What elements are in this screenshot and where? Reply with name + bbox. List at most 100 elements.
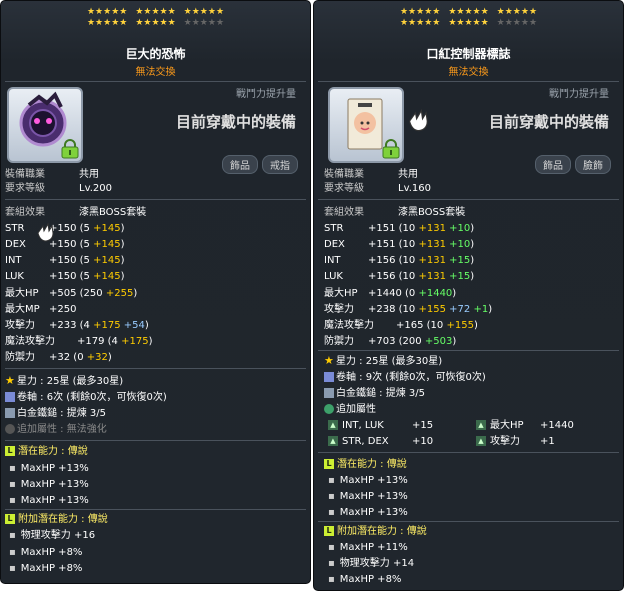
divider xyxy=(5,81,306,82)
stars-group: ★★★★★ xyxy=(399,18,441,28)
item-tags: 飾品 臉飾 xyxy=(531,155,611,174)
stars-group: ★★★★★ xyxy=(135,18,176,28)
potential-line: ▪ MaxHP +13% xyxy=(9,463,89,474)
stat-maxhp: 最大HP +505 (250 +255) xyxy=(5,288,138,299)
divider xyxy=(318,350,619,351)
stat-icon: ▲ xyxy=(328,420,338,430)
equipped-text: 目前穿戴中的裝備 xyxy=(488,113,609,131)
divider xyxy=(318,81,619,82)
stars-group: ★★★★★ xyxy=(183,7,225,17)
stat-dex: DEX +151 (10 +131 +10) xyxy=(324,239,475,250)
scroll-icon xyxy=(324,372,334,382)
star-icon: ★ xyxy=(5,374,15,387)
potential-title: L 潛在能力 : 傳說 xyxy=(324,458,407,471)
lock-icon xyxy=(382,139,400,159)
stat-str: STR +150 (5 +145) xyxy=(5,223,125,234)
bonus-potential-title: L 附加潛在能力 : 傳說 xyxy=(5,513,108,526)
stat-icon: ▲ xyxy=(476,436,486,446)
divider xyxy=(318,452,619,453)
bonus-potential-title: L 附加潛在能力 : 傳說 xyxy=(324,525,427,538)
job-row: 裝備職業 共用 xyxy=(324,169,418,180)
legendary-badge: L xyxy=(324,526,334,536)
hammer-icon xyxy=(5,408,15,418)
stat-attack: 攻擊力 +233 (4 +175 +54) xyxy=(5,320,149,331)
star-force-stars: ★★★★★ ★★★★★ ★★★★★ ★★★★★ ★★★★★ ★★★★★ xyxy=(1,7,310,29)
extra-stat-item: ▲ STR, DEX +10 xyxy=(328,435,433,448)
stat-magic-attack: 魔法攻擊力 +179 (4 +175) xyxy=(5,336,153,347)
stat-defense: 防禦力 +32 (0 +32) xyxy=(5,352,112,363)
legendary-badge: L xyxy=(5,514,15,524)
item-icon xyxy=(7,87,83,163)
stars-group: ★★★★★ xyxy=(183,18,225,28)
stars-group: ★★★★★ xyxy=(448,7,489,17)
stat-int: INT +150 (5 +145) xyxy=(5,255,125,266)
power-increase-label: 戰鬥力提升量 xyxy=(236,89,296,100)
divider xyxy=(5,440,306,441)
set-row: 套組效果 漆黑BOSS套裝 xyxy=(5,207,147,218)
job-row: 裝備職業 共用 xyxy=(5,169,99,180)
extra-stats-icon xyxy=(5,424,15,434)
potential-line: ▪ MaxHP +13% xyxy=(328,475,408,486)
scroll-row: 卷軸 : 9次 (剩餘0次，可恢復0次) xyxy=(324,371,486,384)
stat-attack: 攻擊力 +238 (10 +155 +72 +1) xyxy=(324,304,493,315)
legendary-badge: L xyxy=(5,446,15,456)
stat-icon: ▲ xyxy=(476,420,486,430)
potential-line: ▪ MaxHP +13% xyxy=(9,495,89,506)
level-row: 要求等級 Lv.160 xyxy=(324,183,431,194)
trade-status: 無法交換 xyxy=(135,67,176,78)
item-title: 口紅控制器標誌 xyxy=(426,47,511,61)
stat-luk: LUK +150 (5 +145) xyxy=(5,271,125,282)
extra-stat-item: ▲ 攻擊力 +1 xyxy=(476,435,555,448)
bonus-potential-line: ▪ MaxHP +8% xyxy=(328,574,402,585)
lock-icon xyxy=(61,139,79,159)
stars-group: ★★★★★ xyxy=(448,18,489,28)
item-title: 巨大的恐怖 xyxy=(125,47,186,61)
stat-dex: DEX +150 (5 +145) xyxy=(5,239,125,250)
divider xyxy=(318,521,619,522)
hand-cursor-icon xyxy=(37,222,54,242)
legendary-badge: L xyxy=(324,459,334,469)
stat-maxhp: 最大HP +1440 (0 +1440) xyxy=(324,288,457,299)
extra-stat-item: ▲ 最大HP +1440 xyxy=(476,419,574,432)
bonus-potential-line: ▪ MaxHP +8% xyxy=(9,563,83,574)
hammer-row: 白金鐵鎚 : 提煉 3/5 xyxy=(5,407,106,420)
divider xyxy=(318,199,619,200)
item-tags: 飾品 戒指 xyxy=(218,155,298,174)
stat-str: STR +151 (10 +131 +10) xyxy=(324,223,475,234)
extra-stats-row: 追加屬性 : 無法強化 xyxy=(5,423,107,436)
power-increase-label: 戰鬥力提升量 xyxy=(549,89,609,100)
divider xyxy=(5,368,306,369)
hand-cursor-icon xyxy=(408,108,428,132)
bonus-potential-line: ▪ MaxHP +8% xyxy=(9,547,83,558)
level-row: 要求等級 Lv.200 xyxy=(5,183,112,194)
star-icon: ★ xyxy=(324,354,334,367)
left-item-tooltip: ★★★★★ ★★★★★ ★★★★★ ★★★★★ ★★★★★ ★★★★★ 巨大的恐怖 無法… xyxy=(0,0,311,584)
trade-status: 無法交換 xyxy=(448,67,489,78)
potential-line: ▪ MaxHP +13% xyxy=(328,491,408,502)
item-icon xyxy=(328,87,404,163)
stat-magic-attack: 魔法攻擊力 +165 (10 +155) xyxy=(324,320,478,331)
star-force-row: ★ 星力 : 25星 (最多30星) xyxy=(324,354,443,367)
category-tag: 飾品 xyxy=(535,155,571,174)
category-tag: 飾品 xyxy=(222,155,258,174)
star-force-row: ★ 星力 : 25星 (最多30星) xyxy=(5,374,124,387)
star-force-stars: ★★★★★ ★★★★★ ★★★★★ ★★★★★ ★★★★★ ★★★★★ xyxy=(314,7,623,29)
stat-defense: 防禦力 +703 (200 +503) xyxy=(324,336,457,347)
set-row: 套組效果 漆黑BOSS套裝 xyxy=(324,207,466,218)
stars-group: ★★★★★ xyxy=(496,7,538,17)
extra-stats-row: 追加屬性 xyxy=(324,403,376,416)
potential-line: ▪ MaxHP +13% xyxy=(328,507,408,518)
stat-luk: LUK +156 (10 +131 +15) xyxy=(324,271,475,282)
bonus-potential-line: ▪ 物理攻擊力 +14 xyxy=(328,558,415,569)
potential-title: L 潛在能力 : 傳說 xyxy=(5,445,88,458)
stars-group: ★★★★★ xyxy=(135,7,176,17)
equipped-text: 目前穿戴中的裝備 xyxy=(175,113,296,131)
extra-stat-item: ▲ INT, LUK +15 xyxy=(328,419,433,432)
stat-maxmp: 最大MP +250 xyxy=(5,304,77,315)
category-tag: 臉飾 xyxy=(575,155,611,174)
scroll-icon xyxy=(5,392,15,402)
hammer-row: 白金鐵鎚 : 提煉 3/5 xyxy=(324,387,425,400)
stars-group: ★★★★★ xyxy=(399,7,441,17)
category-tag: 戒指 xyxy=(262,155,298,174)
scroll-row: 卷軸 : 6次 (剩餘0次，可恢復0次) xyxy=(5,391,167,404)
